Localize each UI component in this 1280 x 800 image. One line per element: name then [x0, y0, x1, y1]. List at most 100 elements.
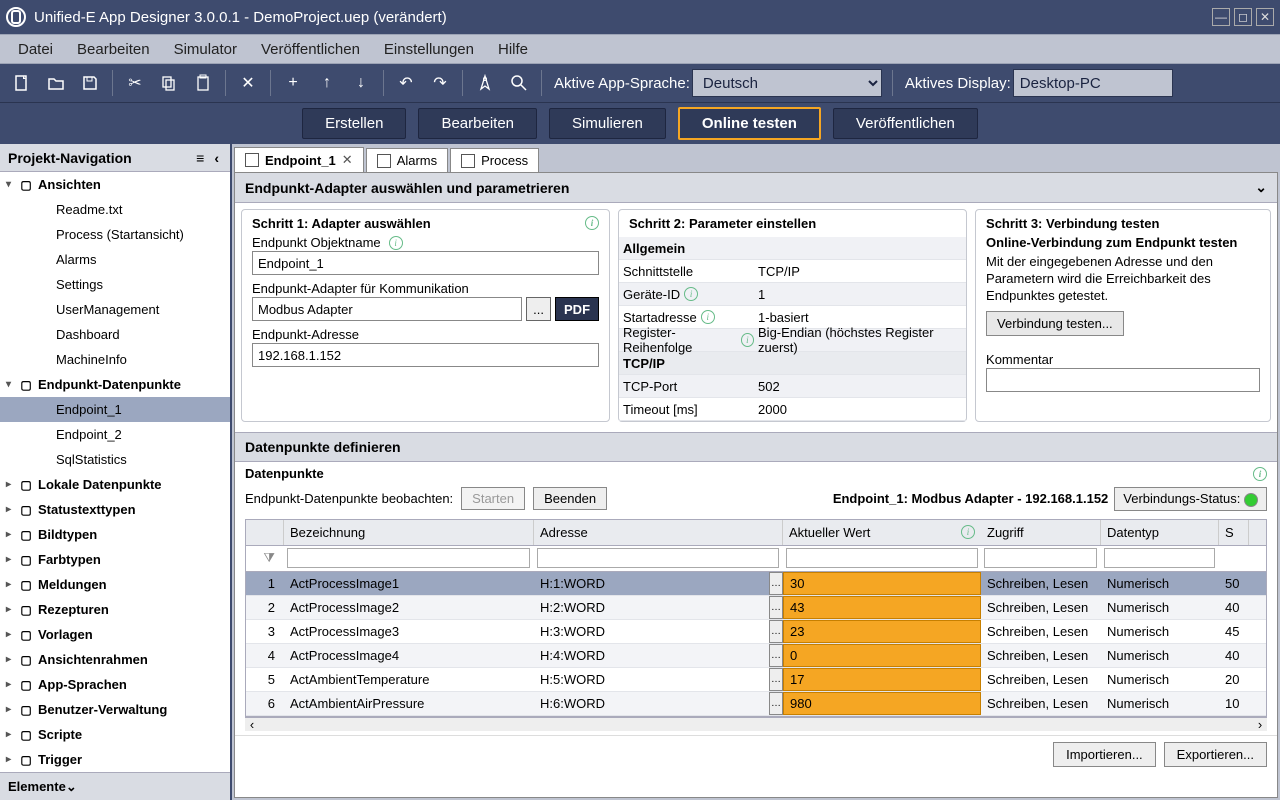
tree-item-endpoint-1[interactable]: Endpoint_1 [0, 397, 230, 422]
collapse-section-icon[interactable]: ⌄ [1255, 179, 1267, 196]
info-icon[interactable]: i [1253, 467, 1267, 481]
filter-bezeichnung[interactable] [287, 548, 530, 568]
param-row[interactable]: Register-ReihenfolgeiBig-Endian (höchste… [619, 329, 966, 352]
browse-addr-button[interactable]: … [769, 644, 783, 667]
tree-item-scripte[interactable]: ▸▢Scripte [0, 722, 230, 747]
action-veröffentlichen[interactable]: Veröffentlichen [833, 108, 978, 139]
endpoint-address-input[interactable] [252, 343, 599, 367]
grid-row[interactable]: 5ActAmbientTemperatureH:5:WORD…17Schreib… [246, 668, 1266, 692]
menu-datei[interactable]: Datei [8, 37, 63, 62]
tree-item-usermanagement[interactable]: UserManagement [0, 297, 230, 322]
export-button[interactable]: Exportieren... [1164, 742, 1267, 767]
start-button[interactable]: Starten [461, 487, 525, 510]
menu-hilfe[interactable]: Hilfe [488, 37, 538, 62]
menu-veröffentlichen[interactable]: Veröffentlichen [251, 37, 370, 62]
action-erstellen[interactable]: Erstellen [302, 108, 406, 139]
info-icon[interactable]: i [701, 310, 715, 324]
minimize-button[interactable]: — [1212, 8, 1230, 26]
new-file-icon[interactable] [6, 67, 38, 99]
filter-datentyp[interactable] [1104, 548, 1215, 568]
tree-item-bildtypen[interactable]: ▸▢Bildtypen [0, 522, 230, 547]
test-connection-button[interactable]: Verbindung testen... [986, 311, 1124, 336]
action-bearbeiten[interactable]: Bearbeiten [418, 108, 537, 139]
tree-item-ansichten[interactable]: ▾▢Ansichten [0, 172, 230, 197]
tree-item-vorlagen[interactable]: ▸▢Vorlagen [0, 622, 230, 647]
grid-row[interactable]: 1ActProcessImage1H:1:WORD…30Schreiben, L… [246, 572, 1266, 596]
pdf-button[interactable]: PDF [555, 297, 599, 321]
redo-icon[interactable]: ↷ [424, 67, 456, 99]
filter-wert[interactable] [786, 548, 978, 568]
tree-item-sqlstatistics[interactable]: SqlStatistics [0, 447, 230, 472]
info-icon[interactable]: i [961, 525, 975, 539]
menu-simulator[interactable]: Simulator [164, 37, 247, 62]
info-icon[interactable]: i [684, 287, 698, 301]
endpoint-objname-input[interactable] [252, 251, 599, 275]
filter-zugriff[interactable] [984, 548, 1097, 568]
compass-icon[interactable] [469, 67, 501, 99]
info-icon[interactable]: i [389, 236, 403, 250]
tab-endpoint_1[interactable]: Endpoint_1✕ [234, 147, 364, 172]
lang-select[interactable]: Deutsch [692, 69, 882, 97]
param-row[interactable]: Geräte-IDi1 [619, 283, 966, 306]
browse-addr-button[interactable]: … [769, 596, 783, 619]
browse-addr-button[interactable]: … [769, 668, 783, 691]
down-arrow-icon[interactable]: ↓ [345, 67, 377, 99]
info-icon[interactable]: i [585, 216, 599, 230]
chevron-down-icon[interactable]: ⌄ [66, 779, 77, 794]
adapter-input[interactable] [252, 297, 522, 321]
tree-item-settings[interactable]: Settings [0, 272, 230, 297]
tree-item-endpoint-2[interactable]: Endpoint_2 [0, 422, 230, 447]
browse-addr-button[interactable]: … [769, 572, 783, 595]
browse-addr-button[interactable]: … [769, 620, 783, 643]
grid-row[interactable]: 4ActProcessImage4H:4:WORD…0Schreiben, Le… [246, 644, 1266, 668]
tab-process[interactable]: Process [450, 148, 539, 172]
tree-item-process--startansicht-[interactable]: Process (Startansicht) [0, 222, 230, 247]
comment-input[interactable] [986, 368, 1260, 392]
save-icon[interactable] [74, 67, 106, 99]
grid-row[interactable]: 6ActAmbientAirPressureH:6:WORD…980Schrei… [246, 692, 1266, 716]
tree-item-lokale-datenpunkte[interactable]: ▸▢Lokale Datenpunkte [0, 472, 230, 497]
undo-icon[interactable]: ↶ [390, 67, 422, 99]
delete-icon[interactable]: ✕ [232, 67, 264, 99]
maximize-button[interactable]: ◻ [1234, 8, 1252, 26]
tree-item-readme-txt[interactable]: Readme.txt [0, 197, 230, 222]
tree-item-meldungen[interactable]: ▸▢Meldungen [0, 572, 230, 597]
project-tree[interactable]: ▾▢AnsichtenReadme.txtProcess (Startansic… [0, 172, 230, 772]
up-arrow-icon[interactable]: ↑ [311, 67, 343, 99]
open-file-icon[interactable] [40, 67, 72, 99]
tree-item-rezepturen[interactable]: ▸▢Rezepturen [0, 597, 230, 622]
param-row[interactable]: Timeout [ms]2000 [619, 398, 966, 421]
tab-alarms[interactable]: Alarms [366, 148, 448, 172]
sidebar-footer[interactable]: Elemente ⌄ [0, 772, 230, 800]
adapter-browse-button[interactable]: ... [526, 297, 551, 321]
cut-icon[interactable]: ✂ [119, 67, 151, 99]
action-simulieren[interactable]: Simulieren [549, 108, 666, 139]
grid-hscroll[interactable]: ‹› [245, 717, 1267, 731]
grid-row[interactable]: 3ActProcessImage3H:3:WORD…23Schreiben, L… [246, 620, 1266, 644]
sidebar-collapse-icon[interactable]: ‹ [211, 150, 222, 166]
tree-item-alarms[interactable]: Alarms [0, 247, 230, 272]
tree-item-benutzer-verwaltung[interactable]: ▸▢Benutzer-Verwaltung [0, 697, 230, 722]
copy-icon[interactable] [153, 67, 185, 99]
filter-icon[interactable]: ⧩ [246, 550, 284, 566]
tree-item-endpunkt-datenpunkte[interactable]: ▾▢Endpunkt-Datenpunkte [0, 372, 230, 397]
tree-item-statustexttypen[interactable]: ▸▢Statustexttypen [0, 497, 230, 522]
param-row[interactable]: TCP-Port502 [619, 375, 966, 398]
tree-item-farbtypen[interactable]: ▸▢Farbtypen [0, 547, 230, 572]
add-icon[interactable]: + [277, 67, 309, 99]
browse-addr-button[interactable]: … [769, 692, 783, 715]
tree-item-machineinfo[interactable]: MachineInfo [0, 347, 230, 372]
import-button[interactable]: Importieren... [1053, 742, 1156, 767]
tab-close-icon[interactable]: ✕ [342, 152, 353, 168]
info-icon[interactable]: i [741, 333, 754, 347]
paste-icon[interactable] [187, 67, 219, 99]
grid-row[interactable]: 2ActProcessImage2H:2:WORD…43Schreiben, L… [246, 596, 1266, 620]
tree-item-dashboard[interactable]: Dashboard [0, 322, 230, 347]
tree-item-app-sprachen[interactable]: ▸▢App-Sprachen [0, 672, 230, 697]
param-row[interactable]: SchnittstelleTCP/IP [619, 260, 966, 283]
menu-bearbeiten[interactable]: Bearbeiten [67, 37, 160, 62]
display-select[interactable]: Desktop-PC [1013, 69, 1173, 97]
filter-adresse[interactable] [537, 548, 779, 568]
stop-button[interactable]: Beenden [533, 487, 607, 510]
tree-item-trigger[interactable]: ▸▢Trigger [0, 747, 230, 772]
